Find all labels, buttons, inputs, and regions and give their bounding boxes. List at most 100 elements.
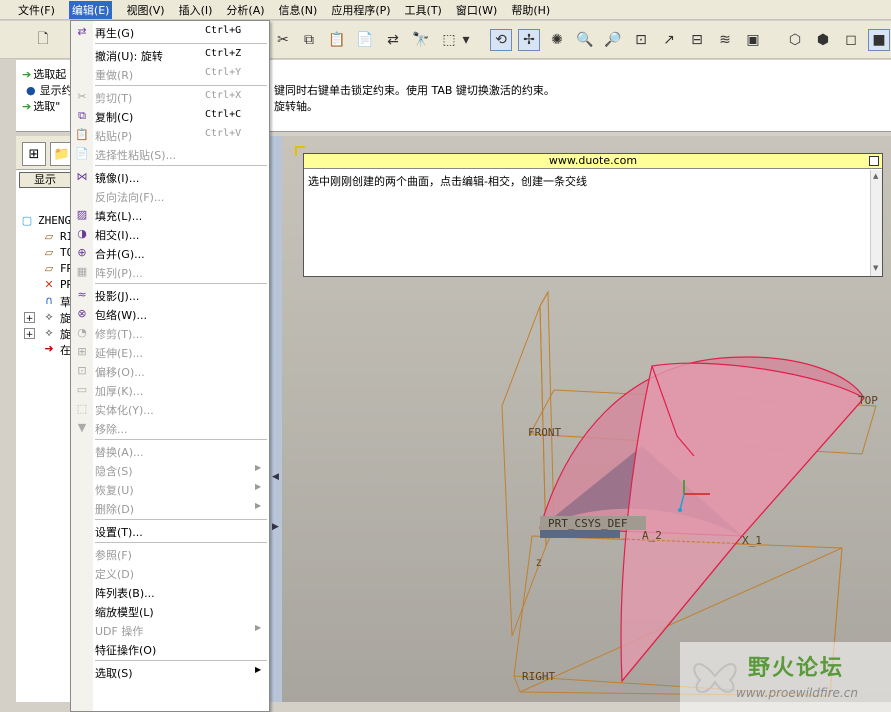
- menu-item[interactable]: ▨ 填充(L)...: [71, 206, 269, 224]
- new-file-icon[interactable]: 🗋: [32, 29, 54, 51]
- orient-mode-icon[interactable]: ✢: [518, 29, 540, 51]
- find-tool-icon[interactable]: 🔭: [410, 29, 432, 51]
- menu-applications[interactable]: 应用程序(P): [331, 2, 390, 18]
- menu-info[interactable]: 信息(N): [279, 2, 318, 18]
- annotation-popup: www.duote.com 选中刚刚创建的两个曲面，点击编辑-相交，创建一条交线…: [303, 153, 883, 277]
- menu-item[interactable]: 特征操作(O): [71, 640, 269, 658]
- solidify-icon: ⬚: [76, 402, 88, 415]
- scroll-down-icon[interactable]: ▼: [873, 264, 878, 272]
- cut-tool-icon[interactable]: ✂: [272, 29, 294, 51]
- collapse-arrow-icon[interactable]: ◀: [272, 472, 279, 482]
- label-z: Z: [536, 559, 542, 569]
- menu-item[interactable]: ⊗ 包络(W)...: [71, 305, 269, 323]
- popup-close-button[interactable]: [869, 156, 879, 166]
- menu-item-label: 反向法向(F)...: [95, 191, 165, 204]
- saved-views-icon[interactable]: ⊟: [686, 29, 708, 51]
- expand-arrow-icon[interactable]: ▶: [272, 522, 279, 532]
- popup-scrollbar[interactable]: ▲ ▼: [870, 170, 882, 276]
- scroll-up-icon[interactable]: ▲: [873, 172, 878, 180]
- menu-item[interactable]: ⊞ 延伸(E)...: [71, 343, 269, 361]
- submenu-arrow-icon: ▶: [255, 665, 262, 674]
- menu-item[interactable]: ▭ 加厚(K)...: [71, 381, 269, 399]
- spin-center-icon[interactable]: ⟲: [490, 29, 512, 51]
- shading-icon[interactable]: ■: [868, 29, 890, 51]
- revolve-icon: ⟡: [45, 310, 53, 323]
- menu-item[interactable]: 删除(D) ▶: [71, 499, 269, 517]
- menu-item[interactable]: 参照(F): [71, 545, 269, 563]
- menu-window[interactable]: 窗口(W): [456, 2, 497, 18]
- view-manager-icon[interactable]: ▣: [742, 29, 764, 51]
- message-text-3-tail: 旋转轴。: [274, 100, 318, 113]
- menu-item[interactable]: UDF 操作 ▶: [71, 621, 269, 639]
- submenu-arrow-icon: ▶: [255, 482, 262, 491]
- menu-item[interactable]: 反向法向(F)...: [71, 187, 269, 205]
- menu-view[interactable]: 视图(V): [126, 2, 164, 18]
- menu-help[interactable]: 帮助(H): [511, 2, 550, 18]
- menu-item[interactable]: 撤消(U): 旋转 Ctrl+Z: [71, 46, 269, 64]
- menu-item[interactable]: ◔ 修剪(T)...: [71, 324, 269, 342]
- menu-separator: [95, 43, 267, 44]
- submenu-arrow-icon: ▶: [255, 623, 262, 632]
- menu-item[interactable]: 替换(A)...: [71, 442, 269, 460]
- menu-separator: [95, 519, 267, 520]
- menu-insert[interactable]: 插入(I): [179, 2, 213, 18]
- menu-item[interactable]: 阵列表(B)...: [71, 583, 269, 601]
- menu-item-label: 粘贴(P): [95, 130, 133, 143]
- menu-item[interactable]: 隐含(S) ▶: [71, 461, 269, 479]
- zoom-fit-icon[interactable]: ⊡: [630, 29, 652, 51]
- show-button[interactable]: 显示: [19, 172, 75, 188]
- menu-item[interactable]: ⧉ 复制(C) Ctrl+C: [71, 107, 269, 125]
- menu-item-shortcut: Ctrl+G: [205, 25, 242, 36]
- regenerate-tool-icon[interactable]: ⇄: [382, 29, 404, 51]
- reorient-icon[interactable]: ↗: [658, 29, 680, 51]
- menu-item[interactable]: ▦ 阵列(P)...: [71, 263, 269, 281]
- hidden-line-icon[interactable]: ⬢: [812, 29, 834, 51]
- expand-toggle-icon[interactable]: +: [24, 312, 35, 324]
- copy-tool-icon[interactable]: ⧉: [298, 29, 320, 51]
- menu-item[interactable]: ⋈ 镜像(I)...: [71, 168, 269, 186]
- paste-special-tool-icon[interactable]: 📄: [354, 29, 376, 51]
- layers-icon[interactable]: ≋: [714, 29, 736, 51]
- menu-item-label: 设置(T)...: [95, 526, 143, 539]
- menu-item-label: 投影(J)...: [95, 290, 140, 303]
- menu-item-label: 选取(S): [95, 667, 133, 680]
- no-hidden-icon[interactable]: ◻: [840, 29, 862, 51]
- wireframe-icon[interactable]: ⬡: [784, 29, 806, 51]
- refit-icon[interactable]: ✺: [546, 29, 568, 51]
- menu-item[interactable]: ⊡ 偏移(O)...: [71, 362, 269, 380]
- menu-analysis[interactable]: 分析(A): [226, 2, 264, 18]
- select-box-tool-icon[interactable]: ⬚: [438, 29, 460, 51]
- menu-item[interactable]: ⬚ 实体化(Y)...: [71, 400, 269, 418]
- menu-item[interactable]: ▼ 移除...: [71, 419, 269, 437]
- revolved-surface-2[interactable]: [620, 362, 865, 683]
- panel-splitter[interactable]: ◀ ▶: [270, 136, 282, 702]
- menu-item[interactable]: ≈ 投影(J)...: [71, 286, 269, 304]
- menu-item[interactable]: 📋 粘贴(P) Ctrl+V: [71, 126, 269, 144]
- menu-item[interactable]: 设置(T)...: [71, 522, 269, 540]
- submenu-arrow-icon: ▶: [255, 463, 262, 472]
- menu-item[interactable]: 缩放模型(L): [71, 602, 269, 620]
- menu-edit[interactable]: 编辑(E): [68, 0, 113, 19]
- menu-item[interactable]: 定义(D): [71, 564, 269, 582]
- menu-item[interactable]: ✂ 剪切(T) Ctrl+X: [71, 88, 269, 106]
- datum-plane-front[interactable]: [501, 290, 555, 637]
- menu-item[interactable]: 重做(R) Ctrl+Y: [71, 65, 269, 83]
- select-dropdown-icon[interactable]: ▾: [460, 29, 472, 51]
- menu-file[interactable]: 文件(F): [18, 2, 55, 18]
- menu-item[interactable]: 选取(S) ▶: [71, 663, 269, 681]
- menu-item[interactable]: ◑ 相交(I)...: [71, 225, 269, 243]
- zoom-out-icon[interactable]: 🔎: [602, 29, 624, 51]
- menu-item[interactable]: 📄 选择性粘贴(S)...: [71, 145, 269, 163]
- popup-title: www.duote.com: [304, 154, 882, 169]
- revolve-icon: ⟡: [45, 326, 53, 339]
- model-tree-tab-icon[interactable]: ⊞: [22, 142, 46, 166]
- zoom-in-icon[interactable]: 🔍: [574, 29, 596, 51]
- bullet-icon: ●: [26, 84, 36, 97]
- menu-item[interactable]: 恢复(U) ▶: [71, 480, 269, 498]
- menu-item[interactable]: ⊕ 合并(G)...: [71, 244, 269, 262]
- menu-item[interactable]: ⇄ 再生(G) Ctrl+G: [71, 23, 269, 41]
- menu-item-label: 相交(I)...: [95, 229, 140, 242]
- expand-toggle-icon[interactable]: +: [24, 328, 35, 340]
- paste-tool-icon[interactable]: 📋: [326, 29, 348, 51]
- menu-tools[interactable]: 工具(T): [405, 2, 442, 18]
